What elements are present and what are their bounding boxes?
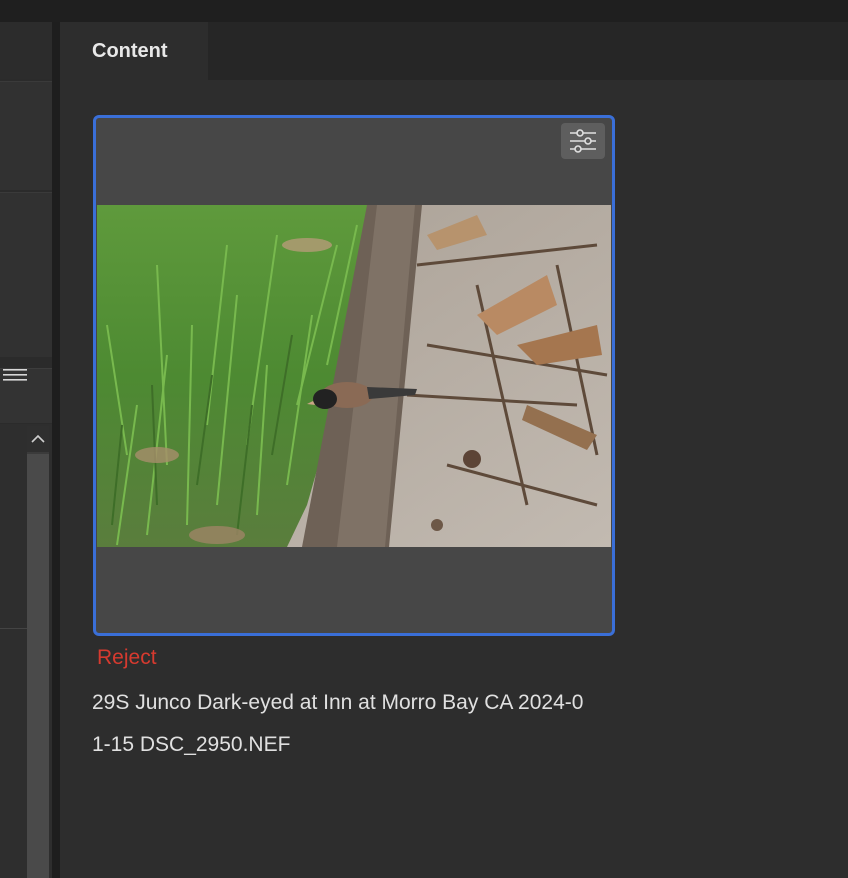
left-panel-section: [0, 81, 52, 190]
left-panel-section: [0, 192, 52, 357]
filename-line-1: 29S Junco Dark-eyed at Inn at Morro Bay …: [92, 691, 584, 714]
sliders-icon: [570, 129, 596, 153]
divider: [0, 628, 27, 629]
thumbnail-card[interactable]: [93, 115, 615, 636]
left-panel-tab-area[interactable]: [0, 22, 52, 79]
app-window: Content Reject 29S Junco Dark-eyed at In…: [0, 0, 848, 878]
left-panel: [0, 22, 52, 878]
thumbnail-settings-button[interactable]: [561, 123, 605, 159]
scrollbar-thumb[interactable]: [27, 454, 49, 878]
rating-label: Reject: [97, 646, 157, 669]
panel-splitter[interactable]: [52, 22, 60, 878]
chevron-up-icon: [31, 434, 45, 443]
tab-bar: Content: [60, 22, 848, 80]
filename-line-2: 1-15 DSC_2950.NEF: [92, 733, 291, 756]
top-strip: [0, 0, 848, 22]
scroll-up-button[interactable]: [27, 426, 49, 452]
bird-photo: [97, 205, 611, 547]
tab-content[interactable]: Content: [60, 22, 208, 80]
hamburger-menu-icon[interactable]: [3, 367, 27, 383]
thumbnail-image[interactable]: [97, 205, 611, 547]
thumbnail-filename: 29S Junco Dark-eyed at Inn at Morro Bay …: [92, 682, 632, 766]
content-panel: Content Reject 29S Junco Dark-eyed at In…: [60, 22, 848, 878]
